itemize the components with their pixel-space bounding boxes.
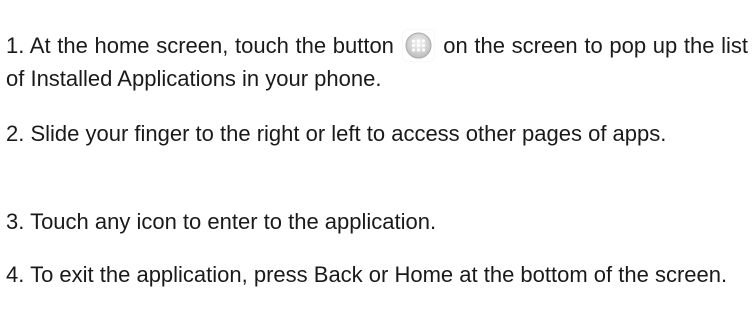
step-1: 1. At the home screen, touch the button … (6, 29, 748, 95)
step-3: 3. Touch any icon to enter to the applic… (6, 209, 437, 234)
step-1-text-before: 1. At the home screen, touch the button (6, 33, 401, 58)
apps-grid-icon (402, 30, 434, 61)
step-4: 4. To exit the application, press Back o… (6, 262, 728, 287)
step-2: 2. Slide your finger to the right or lef… (6, 121, 667, 146)
